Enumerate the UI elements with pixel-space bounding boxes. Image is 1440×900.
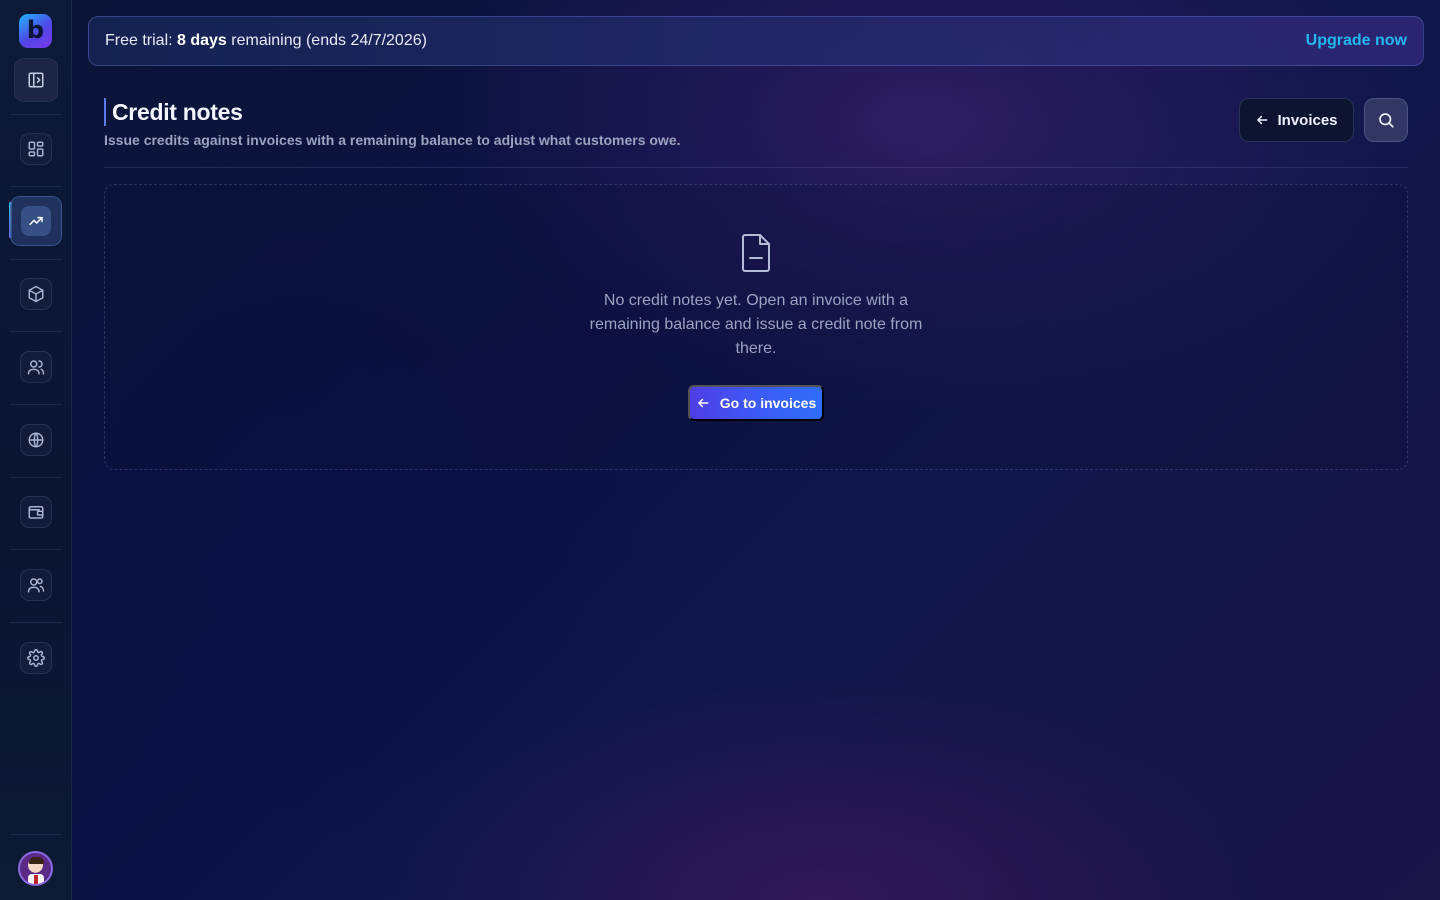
- wallet-icon: [27, 503, 45, 521]
- dashboard-icon: [27, 140, 45, 158]
- go-to-invoices-label: Go to invoices: [719, 395, 817, 411]
- document-minus-icon: [739, 233, 773, 273]
- sidebar-divider: [10, 259, 62, 260]
- trial-suffix: remaining (ends 24/7/2026): [226, 32, 427, 49]
- page-title-wrap: Credit notes: [104, 98, 243, 126]
- search-icon: [1377, 111, 1395, 129]
- sidebar-divider: [10, 549, 62, 550]
- user-avatar[interactable]: [18, 851, 53, 886]
- sidebar-divider: [10, 114, 62, 115]
- trial-prefix: Free trial:: [105, 32, 178, 49]
- invoices-button-label: Invoices: [1277, 111, 1338, 129]
- team-icon: [27, 576, 45, 594]
- globe-icon: [27, 431, 45, 449]
- sidebar-divider: [10, 186, 62, 187]
- sidebar-item-team[interactable]: [20, 569, 52, 601]
- arrow-left-icon: [696, 396, 710, 410]
- sidebar-item-products[interactable]: [20, 278, 52, 310]
- logo-letter: b: [26, 16, 45, 44]
- sidebar-item-web[interactable]: [20, 424, 52, 456]
- trial-days: 8 days: [177, 32, 227, 49]
- arrow-left-icon: [1255, 113, 1269, 127]
- sidebar-item-dashboard[interactable]: [20, 133, 52, 165]
- sidebar-item-customers[interactable]: [20, 351, 52, 383]
- upgrade-now-link[interactable]: Upgrade now: [1306, 32, 1407, 50]
- sidebar-item-settings[interactable]: [20, 642, 52, 674]
- avatar-hair: [29, 857, 44, 864]
- empty-state-message: No credit notes yet. Open an invoice wit…: [589, 292, 923, 357]
- trial-message: Free trial: 8 days remaining (ends 24/7/…: [105, 32, 427, 50]
- sidebar-divider: [10, 834, 62, 835]
- header-divider: [104, 167, 1408, 168]
- sidebar-item-wallet[interactable]: [20, 496, 52, 528]
- settings-icon: [27, 649, 45, 667]
- sidebar: b: [0, 0, 72, 900]
- sidebar-item-analytics[interactable]: [10, 196, 62, 246]
- search-button[interactable]: [1364, 98, 1408, 142]
- sidebar-collapse-button[interactable]: [14, 58, 58, 102]
- page-subtitle: Issue credits against invoices with a re…: [104, 132, 681, 148]
- trial-banner: Free trial: 8 days remaining (ends 24/7/…: [88, 16, 1424, 66]
- sidebar-divider: [10, 477, 62, 478]
- avatar-tie: [34, 875, 38, 884]
- app-logo[interactable]: b: [19, 14, 52, 48]
- sidebar-divider: [10, 331, 62, 332]
- go-to-invoices-button[interactable]: Go to invoices: [688, 385, 824, 421]
- package-icon: [27, 285, 45, 303]
- sidebar-divider: [10, 622, 62, 623]
- sidebar-toggle-icon: [27, 71, 45, 89]
- users-icon: [27, 358, 45, 376]
- trending-up-icon: [28, 213, 44, 229]
- sidebar-divider: [10, 404, 62, 405]
- page-title: Credit notes: [112, 98, 243, 125]
- back-to-invoices-button[interactable]: Invoices: [1239, 98, 1354, 142]
